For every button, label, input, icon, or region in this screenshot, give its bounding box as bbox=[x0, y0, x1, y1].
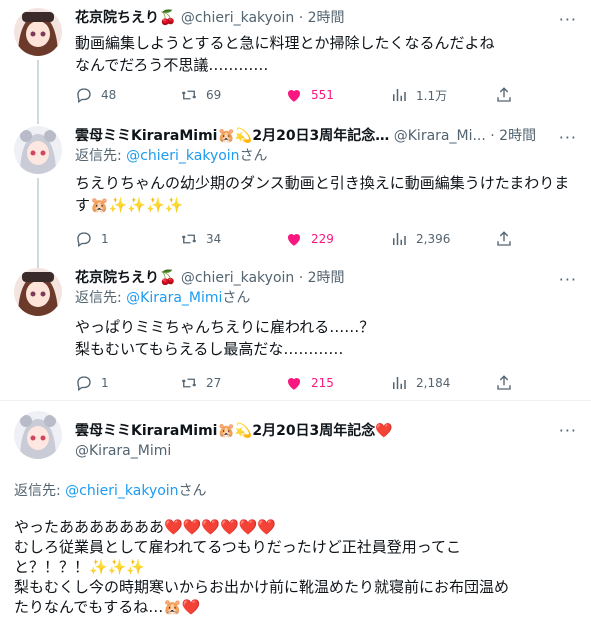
replying-handle-link[interactable]: @Kirara_Mimi bbox=[126, 290, 222, 306]
tweet-text-line: ちえりちゃんの幼少期のダンス動画と引き換えに動画編集うけたまわりま bbox=[75, 174, 570, 192]
tweet-text-line: 梨もむいてもらえるし最高だな………… bbox=[75, 340, 344, 358]
more-icon[interactable]: ··· bbox=[559, 128, 577, 147]
timestamp[interactable]: 2時間 bbox=[499, 128, 536, 144]
views-icon bbox=[393, 377, 406, 389]
replying-suffix: さん bbox=[178, 483, 207, 499]
reply-count: 1 bbox=[101, 232, 109, 246]
author-handle[interactable]: @Kirara_Mimi bbox=[75, 443, 171, 459]
retweet-count: 69 bbox=[206, 88, 222, 102]
tweet-3[interactable]: 花京院ちえり🍒 @chieri_kakyoin · 2時間 返信先: @Kira… bbox=[0, 258, 591, 400]
views-button[interactable]: 2,184 bbox=[390, 374, 480, 392]
like-button[interactable]: 551 bbox=[285, 86, 375, 104]
views-icon bbox=[393, 89, 406, 101]
timestamp[interactable]: 2時間 bbox=[308, 10, 345, 26]
heart-icon bbox=[287, 89, 301, 102]
main-tweet[interactable]: 雲母ミミKiraraMimi🐹💫2月20日3周年記念❤️ @Kirara_Mim… bbox=[0, 401, 591, 634]
retweet-icon bbox=[181, 90, 197, 100]
separator-dot: · bbox=[298, 10, 304, 26]
share-icon bbox=[497, 87, 511, 102]
author-handle[interactable]: @Kirara_Mi... bbox=[394, 128, 486, 144]
avatar[interactable] bbox=[14, 268, 62, 316]
share-icon bbox=[497, 375, 511, 390]
reply-button[interactable]: 48 bbox=[75, 86, 165, 104]
avatar-chieri-image bbox=[14, 268, 62, 316]
replying-suffix: さん bbox=[239, 148, 268, 164]
tweet-1[interactable]: 花京院ちえり🍒 @chieri_kakyoin · 2時間 動画編集しようとする… bbox=[0, 0, 591, 122]
reply-count: 1 bbox=[101, 376, 109, 390]
avatar[interactable] bbox=[14, 126, 62, 174]
views-button[interactable]: 2,396 bbox=[390, 230, 480, 248]
reply-button[interactable]: 1 bbox=[75, 230, 165, 248]
replying-suffix: さん bbox=[222, 290, 251, 306]
separator-dot: · bbox=[490, 128, 495, 144]
replying-prefix: 返信先: bbox=[75, 148, 127, 164]
reply-icon bbox=[77, 232, 91, 248]
timestamp[interactable]: 2時間 bbox=[308, 270, 345, 286]
separator-dot: · bbox=[298, 270, 304, 286]
like-count: 215 bbox=[311, 376, 334, 390]
views-count: 1.1万 bbox=[416, 88, 448, 103]
tweet-text-line: やったあああああああ❤️❤️❤️❤️❤️❤️ bbox=[14, 518, 277, 536]
heart-icon bbox=[287, 233, 301, 246]
replying-prefix: 返信先: bbox=[14, 483, 66, 499]
avatar-mimi-image bbox=[14, 126, 62, 174]
tweet-text-line: 動画編集しようとすると急に料理とか掃除したくなるんだよね bbox=[75, 34, 495, 52]
tweet-text-line: す🐹✨✨✨✨ bbox=[75, 196, 184, 214]
thread-connector bbox=[37, 258, 39, 268]
thread-connector bbox=[37, 60, 39, 122]
share-button[interactable] bbox=[495, 86, 515, 104]
retweet-count: 27 bbox=[206, 376, 222, 390]
retweet-icon bbox=[181, 234, 197, 244]
replying-handle-link[interactable]: @chieri_kakyoin bbox=[126, 148, 239, 164]
thread-connector bbox=[37, 178, 39, 262]
replying-to: 返信先: @Kirara_Mimiさん bbox=[75, 288, 579, 308]
views-button[interactable]: 1.1万 bbox=[390, 86, 480, 104]
avatar[interactable] bbox=[14, 8, 62, 56]
author-name[interactable]: 花京院ちえり🍒 bbox=[75, 10, 176, 26]
reply-icon bbox=[77, 88, 91, 104]
share-button[interactable] bbox=[495, 230, 515, 248]
tweet-2[interactable]: 雲母ミミKiraraMimi🐹💫2月20日3周年記念… @Kirara_Mi..… bbox=[0, 118, 591, 262]
retweet-button[interactable]: 34 bbox=[180, 230, 270, 248]
views-count: 2,184 bbox=[416, 376, 451, 390]
like-button[interactable]: 229 bbox=[285, 230, 375, 248]
tweet-text-line: 梨もむくし今の時期寒いからお出かけ前に靴温めたり就寝前にお布団温め bbox=[14, 578, 510, 596]
views-icon bbox=[393, 233, 406, 245]
tweet-text-line: むしろ従業員として雇われてるつもりだったけど正社員登用ってこ bbox=[14, 538, 462, 556]
avatar[interactable] bbox=[14, 411, 62, 459]
like-count: 551 bbox=[311, 88, 334, 102]
retweet-count: 34 bbox=[206, 232, 222, 246]
reply-count: 48 bbox=[101, 88, 117, 102]
retweet-button[interactable]: 27 bbox=[180, 374, 270, 392]
author-name[interactable]: 雲母ミミKiraraMimi🐹💫2月20日3周年記念… bbox=[75, 128, 389, 144]
tweet-text-line: やっぱりミミちゃんちえりに雇われる……？ bbox=[75, 318, 375, 336]
like-button[interactable]: 215 bbox=[285, 374, 375, 392]
tweet-text-line: たりなんでもするね…🐹❤️ bbox=[14, 598, 201, 616]
more-icon[interactable]: ··· bbox=[559, 270, 577, 289]
more-icon[interactable]: ··· bbox=[559, 10, 577, 29]
retweet-button[interactable]: 69 bbox=[180, 86, 270, 104]
replying-handle-link[interactable]: @chieri_kakyoin bbox=[65, 483, 178, 499]
views-count: 2,396 bbox=[416, 232, 451, 246]
more-icon[interactable]: ··· bbox=[559, 421, 577, 440]
avatar-mimi-image bbox=[14, 411, 62, 459]
tweet-text-line: なんでだろう不思議………… bbox=[75, 56, 269, 74]
replying-to: 返信先: @chieri_kakyoinさん bbox=[14, 481, 579, 501]
share-icon bbox=[497, 231, 511, 246]
replying-prefix: 返信先: bbox=[75, 290, 127, 306]
like-count: 229 bbox=[311, 232, 334, 246]
tweet-text-line: と？！？！✨✨✨ bbox=[14, 558, 146, 576]
reply-button[interactable]: 1 bbox=[75, 374, 165, 392]
replying-to: 返信先: @chieri_kakyoinさん bbox=[75, 146, 579, 166]
share-button[interactable] bbox=[495, 374, 515, 392]
author-handle[interactable]: @chieri_kakyoin bbox=[181, 270, 294, 286]
author-name[interactable]: 雲母ミミKiraraMimi🐹💫2月20日3周年記念❤️ bbox=[75, 423, 393, 439]
author-handle[interactable]: @chieri_kakyoin bbox=[181, 10, 294, 26]
heart-icon bbox=[287, 377, 301, 390]
retweet-icon bbox=[181, 378, 197, 388]
author-name[interactable]: 花京院ちえり🍒 bbox=[75, 270, 176, 286]
reply-icon bbox=[77, 376, 91, 392]
thread-connector bbox=[37, 118, 39, 124]
avatar-chieri-image bbox=[14, 8, 62, 56]
